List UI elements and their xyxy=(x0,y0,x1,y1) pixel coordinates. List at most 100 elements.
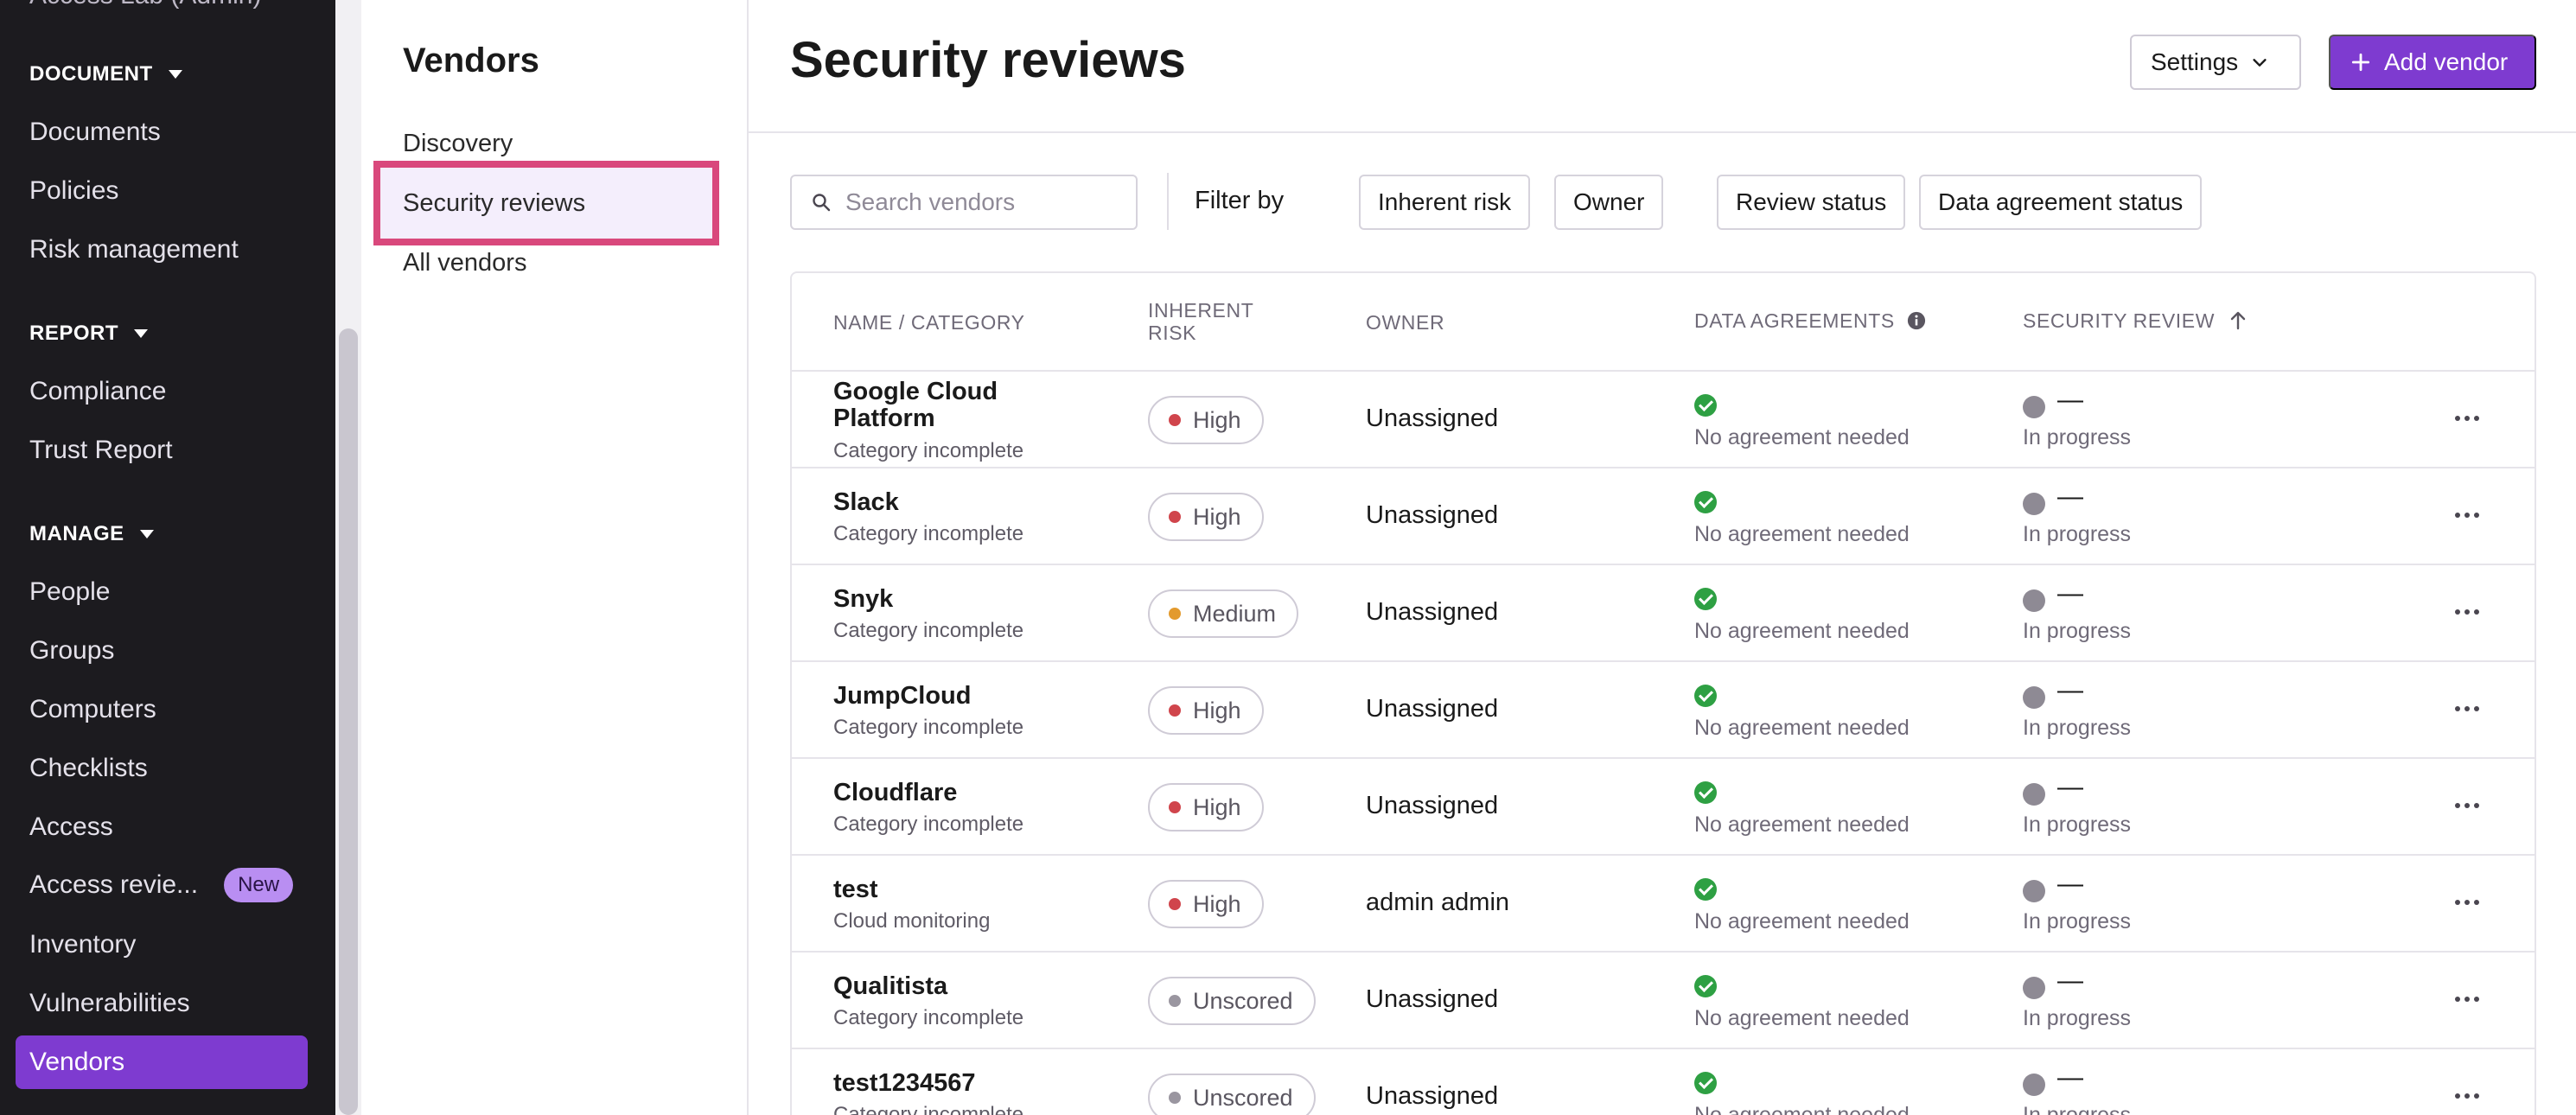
review-value: — xyxy=(2057,482,2083,511)
agreement-status: No agreement needed xyxy=(1694,1006,1910,1030)
filter-inherent-risk[interactable]: Inherent risk xyxy=(1359,175,1531,230)
vendor-owner[interactable]: admin admin xyxy=(1366,889,1509,917)
risk-badge: Medium xyxy=(1148,589,1299,638)
sidebar-item-policies[interactable]: Policies xyxy=(29,176,118,206)
review-value: — xyxy=(2057,966,2083,995)
table-row[interactable]: Slack Category incomplete High Unassigned No… xyxy=(792,468,2535,565)
subnav-item-discovery[interactable]: Discovery xyxy=(403,130,513,158)
vendor-name[interactable]: Slack xyxy=(833,489,1049,516)
scrollbar-thumb[interactable] xyxy=(339,328,358,1115)
sidebar-item-vulnerabilities[interactable]: Vulnerabilities xyxy=(29,989,190,1018)
table-row[interactable]: Cloudflare Category incomplete High Unassig… xyxy=(792,759,2535,856)
review-status: In progress xyxy=(2023,716,2132,740)
vendor-name[interactable]: JumpCloud xyxy=(833,683,1049,710)
agreement-status: No agreement needed xyxy=(1694,425,1910,449)
sidebar-section-report[interactable]: REPORT xyxy=(29,322,149,346)
review-status-dot-icon xyxy=(2023,493,2045,515)
sidebar-item-trust-report[interactable]: Trust Report xyxy=(29,436,173,465)
check-circle-icon xyxy=(1694,781,1717,804)
more-horizontal-icon[interactable] xyxy=(2455,797,2481,814)
table-row[interactable]: Google Cloud Platform Category incomplete… xyxy=(792,372,2535,468)
more-horizontal-icon[interactable] xyxy=(2455,700,2481,717)
vendor-owner[interactable]: Unassigned xyxy=(1366,792,1498,820)
vendor-name[interactable]: Qualitista xyxy=(833,973,1049,1000)
search-icon xyxy=(813,194,831,212)
vendor-name[interactable]: Snyk xyxy=(833,586,1049,613)
filter-data-agreement-status[interactable]: Data agreement status xyxy=(1919,175,2203,230)
sidebar-section-document[interactable]: DOCUMENT xyxy=(29,62,182,86)
vendor-owner[interactable]: Unassigned xyxy=(1366,1082,1498,1111)
review-value: — xyxy=(2057,579,2083,608)
risk-label: Unscored xyxy=(1193,1084,1293,1111)
sidebar-item-inventory[interactable]: Inventory xyxy=(29,930,136,959)
settings-button[interactable]: Settings xyxy=(2130,35,2301,90)
column-header-owner[interactable]: OWNER xyxy=(1366,311,1444,334)
subnav-item-security-reviews[interactable]: Security reviews xyxy=(373,161,719,245)
vendor-category: Category incomplete xyxy=(833,619,1024,642)
filter-owner[interactable]: Owner xyxy=(1554,175,1664,230)
vendor-owner[interactable]: Unassigned xyxy=(1366,695,1498,723)
more-horizontal-icon[interactable] xyxy=(2455,507,2481,524)
sidebar-item-documents[interactable]: Documents xyxy=(29,118,161,147)
sidebar-item-access-reviews[interactable]: Access revie... New xyxy=(29,868,294,902)
sidebar-item-risk-management[interactable]: Risk management xyxy=(29,235,239,264)
more-horizontal-icon[interactable] xyxy=(2455,603,2481,621)
search-box[interactable] xyxy=(790,175,1138,230)
check-circle-icon xyxy=(1694,685,1717,707)
table-row[interactable]: JumpCloud Category incomplete High Unassign… xyxy=(792,662,2535,759)
risk-dot-icon xyxy=(1169,414,1181,426)
vendor-owner[interactable]: Unassigned xyxy=(1366,598,1498,627)
vendor-name[interactable]: Google Cloud Platform xyxy=(833,379,1049,432)
table-row[interactable]: test Cloud monitoring High admin admin No ag… xyxy=(792,856,2535,953)
vendor-name[interactable]: test xyxy=(833,876,1049,903)
column-header-risk[interactable]: INHERENT RISK xyxy=(1148,299,1269,344)
add-vendor-button[interactable]: Add vendor xyxy=(2329,35,2536,90)
review-status: In progress xyxy=(2023,909,2132,933)
sidebar-item-checklists[interactable]: Checklists xyxy=(29,754,148,783)
table-row[interactable]: test1234567 Category incomplete Unscored Un… xyxy=(792,1049,2535,1115)
risk-dot-icon xyxy=(1169,608,1181,620)
column-header-agreements[interactable]: DATA AGREEMENTS xyxy=(1694,309,1926,332)
sidebar-item-access[interactable]: Access xyxy=(29,812,113,842)
risk-label: High xyxy=(1193,503,1241,530)
vendor-name[interactable]: test1234567 xyxy=(833,1070,1049,1097)
review-status-dot-icon xyxy=(2023,686,2045,709)
sidebar-item-vendors[interactable]: Vendors xyxy=(16,1035,308,1089)
review-status-dot-icon xyxy=(2023,1074,2045,1096)
vendor-owner[interactable]: Unassigned xyxy=(1366,501,1498,530)
risk-badge: Unscored xyxy=(1148,1074,1316,1115)
more-horizontal-icon[interactable] xyxy=(2455,991,2481,1008)
subnav-item-all-vendors[interactable]: All vendors xyxy=(403,249,526,277)
review-value: — xyxy=(2057,676,2083,704)
vendors-subnav: Vendors Discovery Security reviews All v… xyxy=(361,0,749,1115)
table-row[interactable]: Qualitista Category incomplete Unscored Una… xyxy=(792,953,2535,1049)
review-status-dot-icon xyxy=(2023,977,2045,999)
filter-toolbar: Filter by Inherent risk Owner Review sta… xyxy=(790,173,2545,230)
vendors-table: NAME / CATEGORY INHERENT RISK OWNER DATA… xyxy=(790,271,2536,1115)
vendor-owner[interactable]: Unassigned xyxy=(1366,985,1498,1014)
more-horizontal-icon[interactable] xyxy=(2455,1087,2481,1105)
more-horizontal-icon[interactable] xyxy=(2455,894,2481,911)
filter-review-status[interactable]: Review status xyxy=(1717,175,1906,230)
info-icon[interactable] xyxy=(1907,311,1926,330)
caret-down-icon xyxy=(168,70,182,79)
vendor-owner[interactable]: Unassigned xyxy=(1366,405,1498,433)
sidebar-item-groups[interactable]: Groups xyxy=(29,636,114,666)
sidebar-item-people[interactable]: People xyxy=(29,577,110,607)
agreement-status: No agreement needed xyxy=(1694,522,1910,546)
column-header-review[interactable]: SECURITY REVIEW xyxy=(2023,309,2248,332)
sidebar-item-computers[interactable]: Computers xyxy=(29,695,156,724)
search-input[interactable] xyxy=(845,188,1122,216)
check-circle-icon xyxy=(1694,394,1717,417)
more-horizontal-icon[interactable] xyxy=(2455,410,2481,427)
risk-label: High xyxy=(1193,890,1241,917)
vendor-name[interactable]: Cloudflare xyxy=(833,780,1049,806)
review-status-dot-icon xyxy=(2023,589,2045,612)
column-header-name[interactable]: NAME / CATEGORY xyxy=(833,311,1025,334)
sidebar-scrollbar[interactable] xyxy=(335,0,361,1115)
sidebar-item-compliance[interactable]: Compliance xyxy=(29,377,166,406)
sidebar-org-name[interactable]: Access Lab (Admin) xyxy=(29,0,261,10)
risk-badge: High xyxy=(1148,493,1264,541)
sidebar-section-manage[interactable]: MANAGE xyxy=(29,522,154,546)
table-row[interactable]: Snyk Category incomplete Medium Unassigned N… xyxy=(792,565,2535,662)
